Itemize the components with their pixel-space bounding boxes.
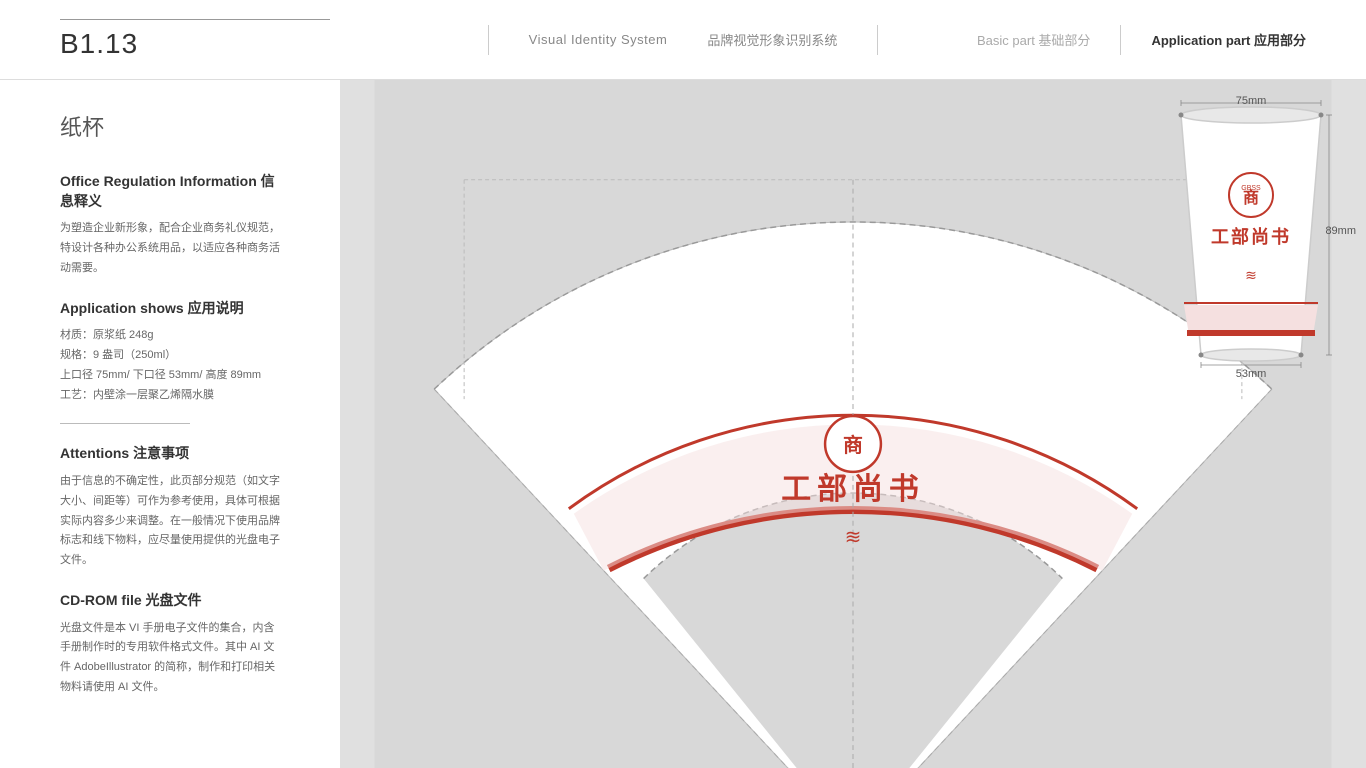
dim-89mm: 89mm: [1325, 225, 1356, 237]
svg-text:≋: ≋: [845, 527, 862, 549]
vi-label: Visual Identity System: [529, 32, 668, 47]
dim-75mm: 75mm: [1236, 95, 1267, 107]
header: B1.13 Visual Identity System 品牌视觉形象识别系统 …: [0, 0, 1366, 80]
left-panel: 纸杯 Office Regulation Information 信息释义 为塑…: [0, 80, 340, 768]
header-divider-right: [877, 25, 878, 55]
basic-part-label: Basic part 基础部分: [977, 30, 1090, 49]
header-top-line: [60, 19, 330, 20]
section-heading-1: Office Regulation Information 信息释义: [60, 172, 280, 211]
section-heading-2: Application shows 应用说明: [60, 299, 280, 319]
section-body-3: 由于信息的不确定性，此页部分规范（如文字大小、间距等）可作为参考使用，具体可根据…: [60, 472, 280, 571]
header-divider-left: [488, 25, 489, 55]
svg-text:GBSS: GBSS: [1241, 185, 1261, 192]
svg-text:商: 商: [843, 433, 863, 457]
section-heading-4: CD-ROM file 光盘文件: [60, 591, 280, 611]
svg-text:工部尚书: 工部尚书: [1211, 226, 1291, 247]
section-title: 纸杯: [60, 110, 280, 142]
section-body-1: 为塑造企业新形象，配合企业商务礼仪规范，特设计各种办公系统用品，以适应各种商务活…: [60, 219, 280, 278]
section-divider: [60, 423, 190, 424]
header-divider-v3: [1120, 25, 1121, 55]
svg-text:≋: ≋: [1245, 267, 1257, 283]
svg-text:工部尚书: 工部尚书: [781, 472, 925, 506]
section-body-4: 光盘文件是本 VI 手册电子文件的集合，内含手册制作时的专用软件格式文件。其中 …: [60, 619, 280, 698]
app-part-label: Application part 应用部分: [1151, 30, 1306, 49]
cup-3d-svg: 商 GBSS 工部尚书 ≋: [1151, 95, 1351, 385]
cup-preview: 商 GBSS 工部尚书 ≋ 75mm: [1151, 95, 1351, 385]
header-left: B1.13: [60, 19, 400, 60]
header-right: Basic part 基础部分 Application part 应用部分: [966, 25, 1306, 55]
page-number: B1.13: [60, 28, 138, 59]
header-center: Visual Identity System 品牌视觉形象识别系统: [400, 25, 966, 55]
dim-53mm: 53mm: [1236, 368, 1267, 380]
section-body-2: 材质：原浆纸 248g 规格：9 盎司（250ml） 上口径 75mm/ 下口径…: [60, 326, 280, 405]
main-area: 商 工部尚书 ≋ 商 GBSS 工部尚书: [340, 80, 1366, 768]
cn-label: 品牌视觉形象识别系统: [707, 30, 837, 49]
section-heading-3: Attentions 注意事项: [60, 444, 280, 464]
